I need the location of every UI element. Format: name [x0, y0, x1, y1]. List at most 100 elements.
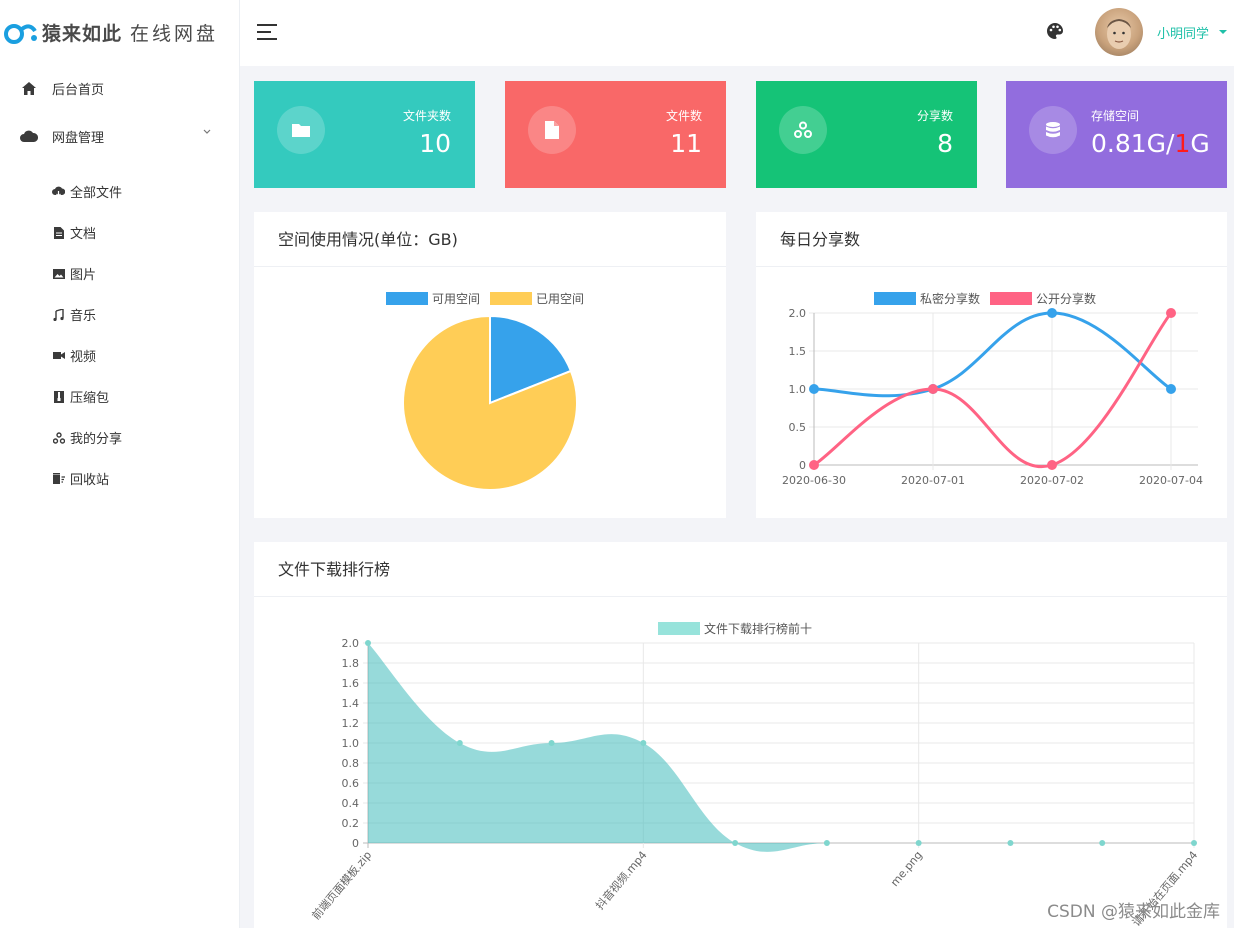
home-icon: [20, 79, 38, 97]
sidebar-item-images[interactable]: 图片: [0, 253, 239, 294]
brand-subtitle: 在线网盘: [130, 22, 219, 45]
share-icon: [779, 106, 827, 154]
caret-down-icon[interactable]: [1219, 30, 1227, 34]
data-point: [548, 740, 555, 746]
sidebar-item-archives[interactable]: 压缩包: [0, 376, 239, 417]
avatar-face-icon: [1107, 19, 1131, 49]
cloud-icon: [20, 127, 38, 145]
cloud-download-icon: [52, 185, 65, 198]
sidebar-item-music[interactable]: 音乐: [0, 294, 239, 335]
series-line: [813, 312, 1173, 469]
sidebar-item-label: 我的分享: [70, 432, 123, 447]
data-point: [809, 384, 819, 394]
file-icon: [528, 106, 576, 154]
x-tick-label: me.png: [888, 849, 925, 889]
x-tick-label: 前端页面模板.zip: [309, 848, 375, 922]
storage-used: 0.81G/: [1091, 129, 1175, 158]
avatar[interactable]: [1095, 8, 1143, 56]
data-point: [1099, 840, 1106, 846]
data-point: [1191, 840, 1197, 846]
brand-name: 猿来如此: [42, 22, 123, 45]
y-tick-label: 2.0: [789, 307, 807, 320]
y-tick-label: 0: [352, 837, 359, 850]
sidebar-item-label: 全部文件: [70, 186, 123, 201]
sidebar-item-home[interactable]: 后台首页: [0, 64, 239, 112]
x-tick-label: 2020-07-02: [1020, 474, 1084, 487]
y-tick-label: 0.6: [342, 777, 360, 790]
data-point: [1166, 308, 1176, 318]
y-tick-label: 1.4: [342, 697, 360, 710]
download-ranking-panel: 文件下载排行榜 文件下载排行榜前十 0 0.2 0.4 0.6 0.8 1.0 1.2 1.4…: [254, 542, 1227, 928]
series-line: [813, 311, 1172, 398]
sidebar-item-label: 文档: [70, 227, 97, 242]
stat-value: 8: [937, 129, 953, 158]
data-point: [456, 740, 463, 746]
watermark: CSDN @猿来如此金库: [1047, 902, 1220, 922]
music-icon: [52, 308, 65, 321]
pie-chart: [402, 314, 578, 491]
sidebar-item-recycle-bin[interactable]: 回收站: [0, 458, 239, 499]
sidebar-item-label: 图片: [70, 268, 97, 283]
y-tick-label: 1.8: [342, 657, 360, 670]
sidebar-item-disk-management[interactable]: 网盘管理: [0, 112, 239, 160]
stat-label: 分享数: [916, 109, 953, 123]
data-point: [809, 460, 819, 470]
y-tick-label: 0.2: [342, 817, 360, 830]
stat-label: 存储空间: [1091, 109, 1140, 123]
y-tick-label: 1.2: [342, 717, 360, 730]
document-icon: [52, 226, 65, 239]
sidebar-item-videos[interactable]: 视频: [0, 335, 239, 376]
stat-value: 11: [670, 129, 702, 158]
menu-toggle-icon[interactable]: [257, 24, 277, 40]
sidebar-item-label: 网盘管理: [52, 130, 105, 146]
storage-total: 1: [1174, 129, 1191, 158]
data-point: [1047, 460, 1057, 470]
image-icon: [52, 267, 65, 280]
data-point: [928, 384, 938, 394]
x-tick-label: 抖音视频.mp4: [592, 848, 649, 912]
stat-card-files: 文件数 11: [505, 81, 726, 188]
stat-value: 10: [419, 129, 451, 158]
stat-label: 文件夹数: [402, 109, 451, 123]
data-point: [1007, 840, 1014, 846]
data-point: [1047, 308, 1057, 318]
sidebar-item-my-shares[interactable]: 我的分享: [0, 417, 239, 458]
video-icon: [52, 349, 65, 362]
y-tick-label: 1.6: [342, 677, 360, 690]
y-tick-label: 1.5: [789, 345, 807, 358]
logo[interactable]: 猿来如此 在线网盘: [0, 0, 239, 64]
y-tick-label: 1.0: [342, 737, 360, 750]
trash-icon: [52, 472, 65, 485]
y-tick-label: 0.8: [342, 757, 360, 770]
y-tick-label: 0: [799, 459, 806, 472]
sidebar-item-label: 压缩包: [70, 391, 110, 406]
storage-unit: G: [1190, 129, 1210, 158]
line-chart: 0 0.5 1.0 1.5 2.0 2020-06-30 2020-07-01 2020-07…: [782, 307, 1203, 487]
series-area: [368, 643, 1194, 852]
top-header: 小明同学: [240, 0, 1234, 66]
sidebar: 猿来如此 在线网盘 后台首页 网盘管理 全部文件 文档 图片 音乐 视频 压缩包…: [0, 0, 240, 928]
theme-palette-icon[interactable]: [1046, 22, 1064, 40]
sidebar-item-label: 后台首页: [52, 82, 105, 98]
data-point: [915, 840, 922, 846]
folder-icon: [277, 106, 325, 154]
stat-value-storage: 0.81G/1G: [1091, 129, 1210, 158]
data-point: [732, 840, 739, 846]
sidebar-item-label: 视频: [70, 350, 97, 365]
stat-card-folders: 文件夹数 10: [254, 81, 475, 188]
daily-shares-panel: 每日分享数 私密分享数 公开分享数 0 0.5 1.0 1.5 2.0 2020-06-3…: [756, 212, 1227, 518]
area-chart: 0 0.2 0.4 0.6 0.8 1.0 1.2 1.4 1.6 1.8 2.0 前端页面模板.zi…: [309, 637, 1201, 928]
x-tick-label: 2020-07-01: [901, 474, 965, 487]
sidebar-item-documents[interactable]: 文档: [0, 212, 239, 253]
chevron-down-icon: [203, 129, 211, 134]
y-tick-label: 0.4: [342, 797, 360, 810]
sidebar-item-all-files[interactable]: 全部文件: [0, 171, 239, 212]
data-point: [1166, 384, 1176, 394]
archive-icon: [52, 390, 65, 403]
user-name[interactable]: 小明同学: [1157, 23, 1209, 42]
sidebar-item-label: 回收站: [70, 473, 110, 488]
stat-card-storage: 存储空间 0.81G/1G: [1006, 81, 1227, 188]
y-tick-label: 2.0: [342, 637, 360, 650]
y-tick-label: 1.0: [789, 383, 807, 396]
data-point: [640, 740, 647, 746]
